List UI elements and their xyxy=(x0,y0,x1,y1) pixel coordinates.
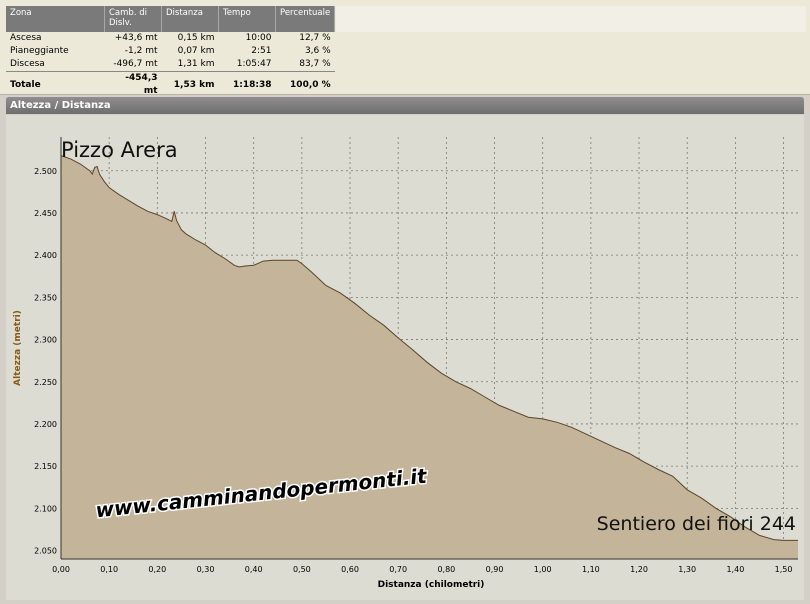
x-tick-labels: 0,00 0,10 0,20 0,30 0,40 0,50 0,60 0,70 0,80 0,90… xyxy=(52,565,792,574)
x-tick-label: 1,20 xyxy=(630,565,648,574)
y-tick-label: 2.450 xyxy=(34,209,57,218)
cell-zone: Ascesa xyxy=(10,33,42,43)
cell-zone: Totale xyxy=(6,71,105,99)
cell-elevation-change: -496,7 mt xyxy=(113,59,158,69)
summary-panel: Zona Camb. di Dislv. Distanza Tempo Perc… xyxy=(0,0,810,99)
cell-zone: Pianeggiante xyxy=(10,46,69,56)
chart-panel: 0,00 0,10 0,20 0,30 0,40 0,50 0,60 0,70 0,80 0,90… xyxy=(6,115,804,600)
summary-row-pianeggiante: Pianeggiante -1,2 mt 0,07 km 2:51 3,6 % xyxy=(6,45,335,58)
cell-time: 2:51 xyxy=(251,46,272,56)
y-tick-label: 2.400 xyxy=(34,251,57,260)
cell-elevation-change: -1,2 mt xyxy=(124,46,158,56)
start-location-label: Pizzo Arera xyxy=(61,138,178,162)
cell-time: 1:18:38 xyxy=(218,71,276,99)
y-tick-label: 2.250 xyxy=(34,378,57,387)
summary-row-totale: Totale -454,3 mt 1,53 km 1:18:38 100,0 % xyxy=(6,71,335,99)
col-header-percentuale[interactable]: Percentuale xyxy=(275,6,336,32)
cell-percentage: 12,7 % xyxy=(299,33,331,43)
y-tick-label: 2.350 xyxy=(34,293,57,302)
summary-row-discesa: Discesa -496,7 mt 1,31 km 1:05:47 83,7 % xyxy=(6,58,335,72)
x-tick-label: 1,40 xyxy=(726,565,744,574)
cell-time: 1:05:47 xyxy=(236,59,272,69)
x-tick-label: 0,40 xyxy=(245,565,263,574)
summary-header-filler xyxy=(336,6,806,32)
cell-time: 10:00 xyxy=(245,33,272,43)
x-tick-label: 0,10 xyxy=(100,565,118,574)
x-tick-label: 0,60 xyxy=(341,565,359,574)
cell-distance: 1,31 km xyxy=(177,59,215,69)
cell-percentage: 3,6 % xyxy=(304,46,331,56)
x-tick-label: 0,70 xyxy=(389,565,407,574)
y-tick-labels: 2.050 2.100 2.150 2.200 2.250 2.300 2.350 2.400… xyxy=(34,167,57,556)
cell-zone: Discesa xyxy=(10,59,45,69)
cell-distance: 0,07 km xyxy=(177,46,215,56)
y-tick-label: 2.500 xyxy=(34,167,57,176)
x-tick-label: 0,80 xyxy=(437,565,455,574)
y-tick-label: 2.300 xyxy=(34,336,57,345)
summary-row-ascesa: Ascesa +43,6 mt 0,15 km 10:00 12,7 % xyxy=(6,32,335,45)
end-location-label: Sentiero dei fiori 244 xyxy=(597,513,796,535)
y-tick-label: 2.200 xyxy=(34,420,57,429)
x-tick-label: 1,00 xyxy=(534,565,552,574)
x-tick-label: 1,50 xyxy=(775,565,793,574)
x-tick-label: 1,30 xyxy=(678,565,696,574)
chart-panel-title: Altezza / Distanza xyxy=(6,97,804,114)
summary-header-row: Zona Camb. di Dislv. Distanza Tempo Perc… xyxy=(6,6,336,32)
cell-percentage: 100,0 % xyxy=(275,71,335,99)
x-tick-label: 0,50 xyxy=(293,565,311,574)
x-tick-label: 1,10 xyxy=(582,565,600,574)
col-header-dislivello[interactable]: Camb. di Dislv. xyxy=(104,6,162,32)
x-tick-label: 0,30 xyxy=(197,565,215,574)
x-axis-label: Distanza (chilometri) xyxy=(378,580,485,590)
y-tick-label: 2.100 xyxy=(34,504,57,513)
y-tick-label: 2.150 xyxy=(34,462,57,471)
summary-table: Zona Camb. di Dislv. Distanza Tempo Perc… xyxy=(6,6,336,99)
cell-elevation-change: -454,3 mt xyxy=(104,71,162,99)
cell-distance: 0,15 km xyxy=(177,33,215,43)
cell-distance: 1,53 km xyxy=(161,71,219,99)
y-axis-label: Altezza (metri) xyxy=(13,310,23,386)
y-tick-label: 2.050 xyxy=(34,547,57,556)
col-header-zona[interactable]: Zona xyxy=(6,6,105,32)
col-header-tempo[interactable]: Tempo xyxy=(218,6,276,32)
cell-percentage: 83,7 % xyxy=(299,59,331,69)
x-tick-label: 0,00 xyxy=(52,565,70,574)
x-tick-label: 0,90 xyxy=(486,565,504,574)
col-header-distanza[interactable]: Distanza xyxy=(161,6,219,32)
cell-elevation-change: +43,6 mt xyxy=(114,33,158,43)
x-tick-label: 0,20 xyxy=(148,565,166,574)
elevation-chart: 0,00 0,10 0,20 0,30 0,40 0,50 0,60 0,70 0,80 0,90… xyxy=(13,137,798,590)
